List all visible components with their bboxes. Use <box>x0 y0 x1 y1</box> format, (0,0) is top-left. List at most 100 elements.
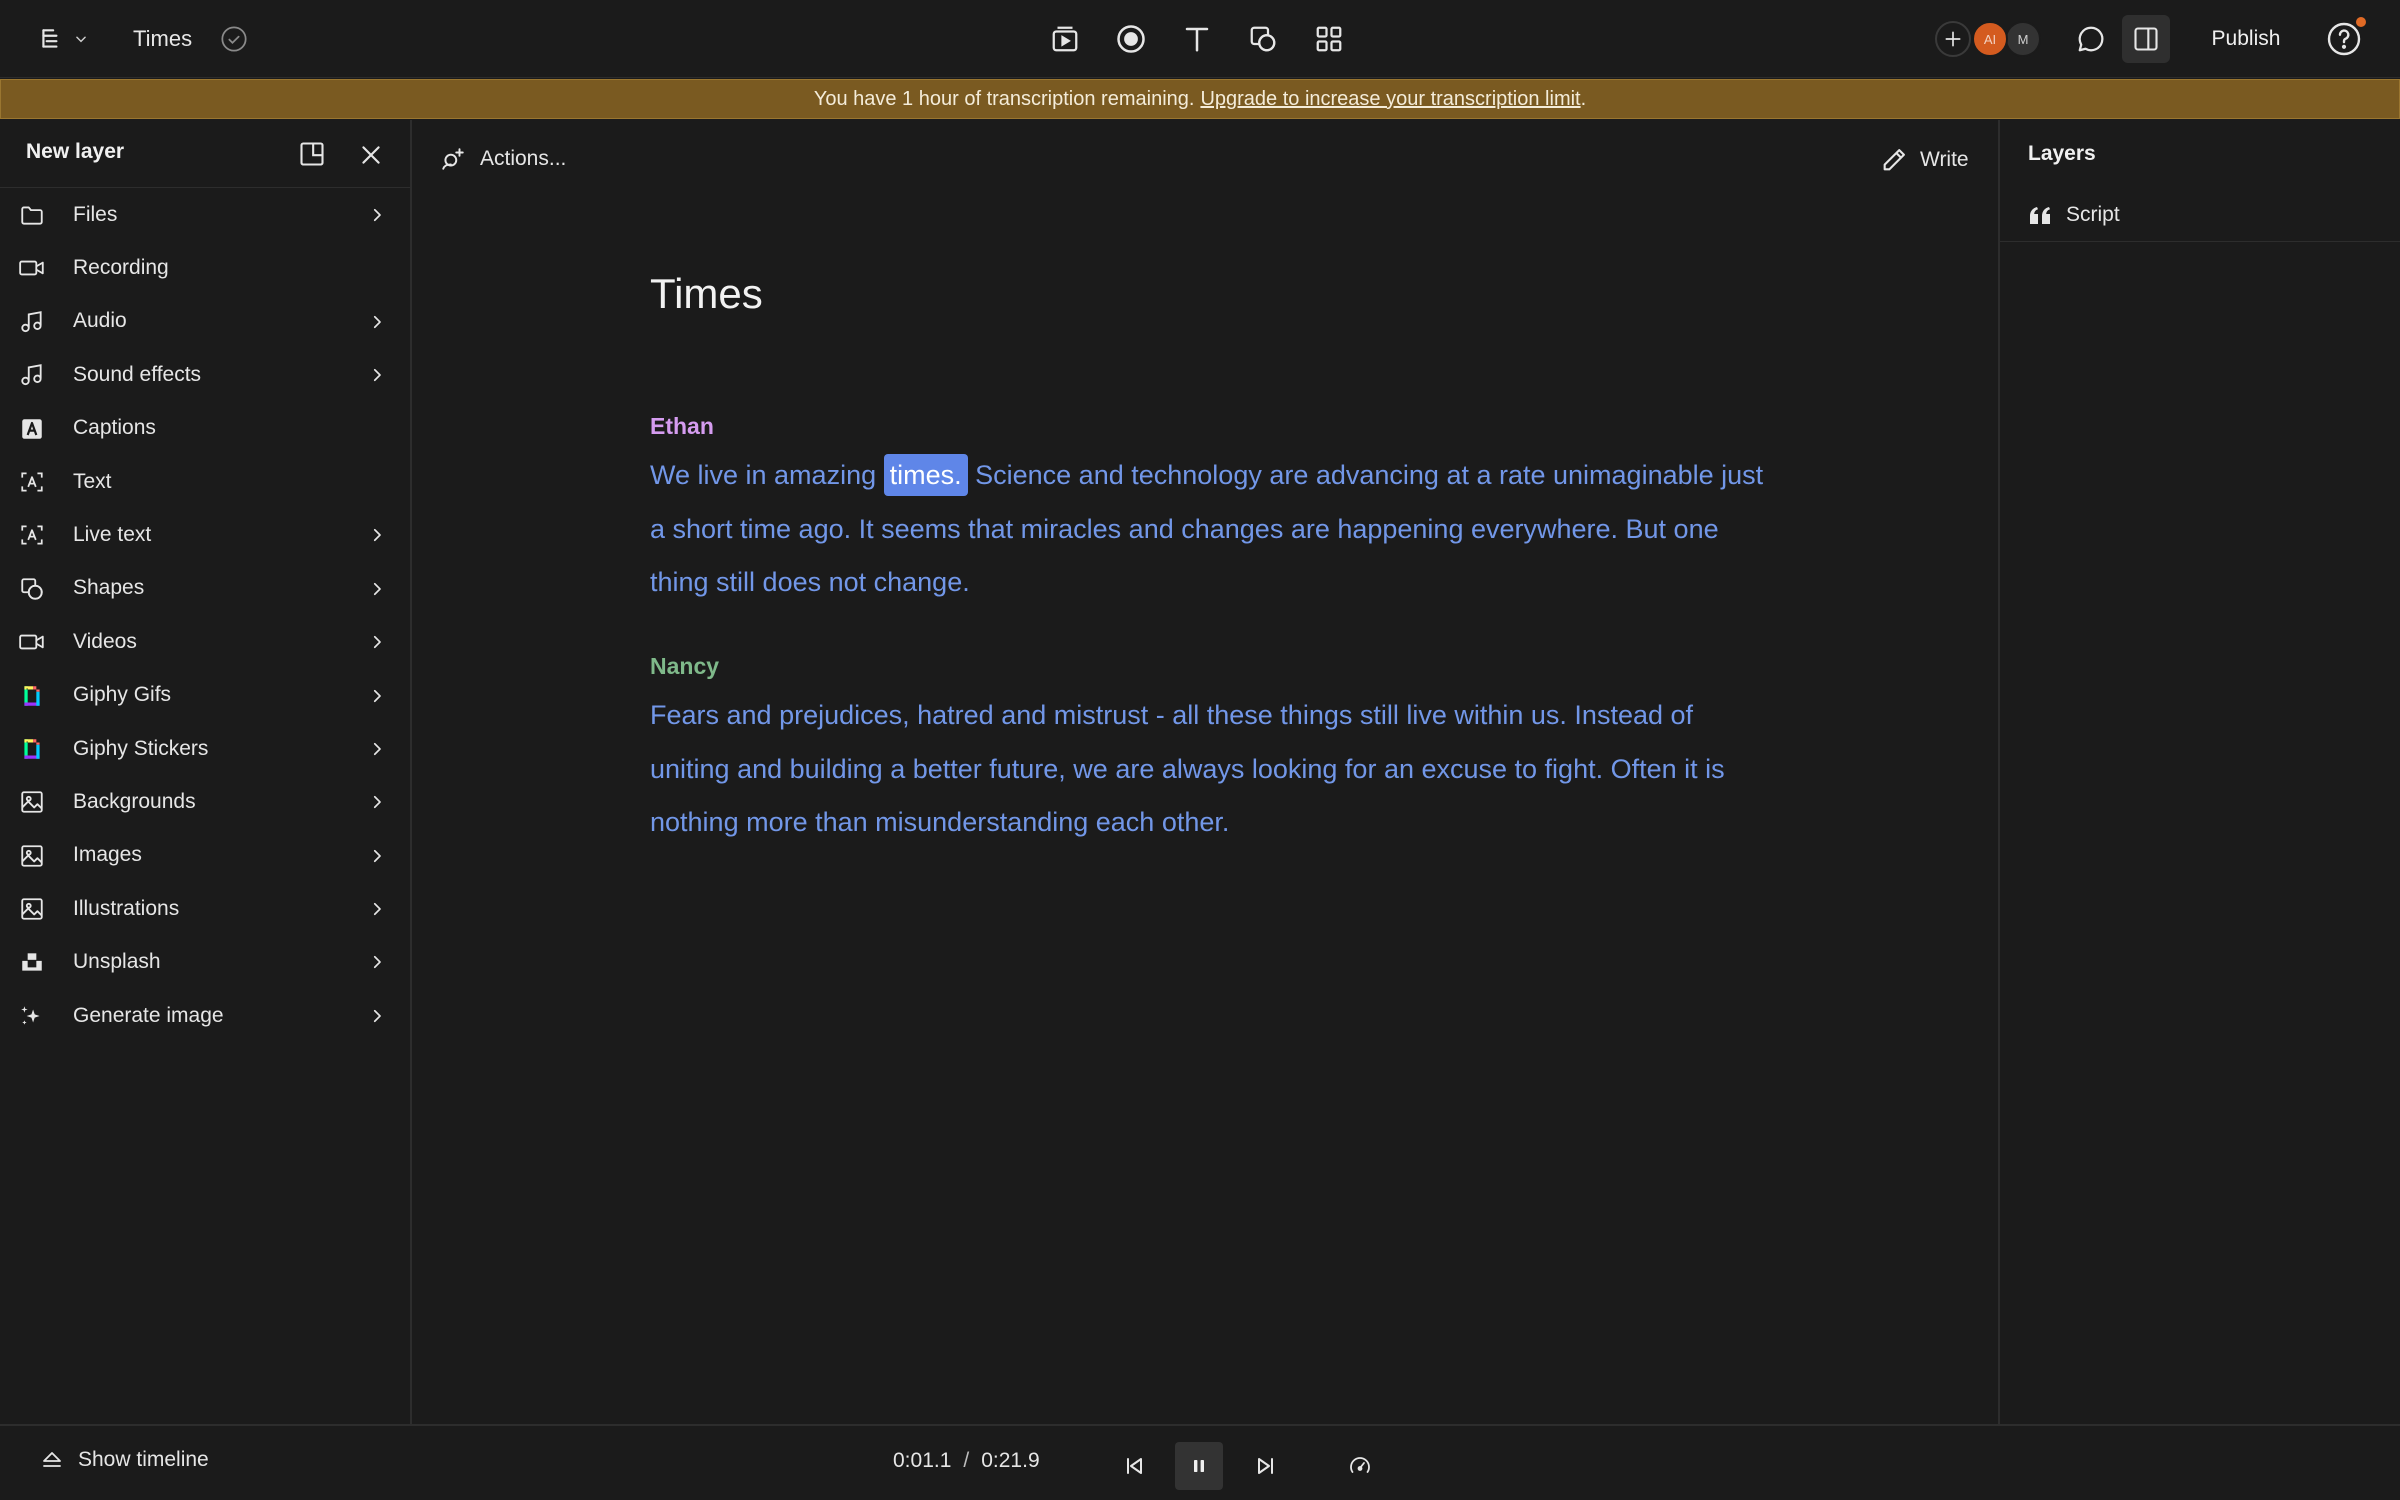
layer-menu-label: Text <box>73 469 112 493</box>
plus-icon <box>1943 29 1963 49</box>
chevron-right-icon <box>368 580 386 598</box>
layer-menu-item-illustrations[interactable]: Illustrations <box>0 882 410 935</box>
shapes-icon <box>1248 24 1278 54</box>
playback-speed-button[interactable] <box>1336 1442 1384 1490</box>
text-t-icon <box>1182 24 1212 54</box>
help-icon <box>2326 21 2362 57</box>
comment-icon <box>2076 24 2106 54</box>
folder-icon <box>18 202 46 228</box>
sparkle-icon <box>18 1003 46 1029</box>
layer-menu-item-giphy-gifs[interactable]: Giphy Gifs <box>0 669 410 722</box>
chevron-down-icon <box>74 32 88 46</box>
record-button[interactable] <box>1112 20 1150 58</box>
chevron-right-icon <box>368 313 386 331</box>
giphy-icon <box>18 736 46 762</box>
giphy-icon <box>18 683 46 709</box>
sidebar-panel-icon <box>2132 25 2160 53</box>
layer-menu-item-videos[interactable]: Videos <box>0 615 410 668</box>
chevron-right-icon <box>368 1007 386 1025</box>
transcription-banner: You have 1 hour of transcription remaini… <box>0 79 2400 119</box>
skip-back-icon <box>1122 1454 1146 1478</box>
pause-button[interactable] <box>1175 1442 1223 1490</box>
actions-label: Actions... <box>480 147 567 170</box>
script-editor: Actions... Write Times Ethan We live in … <box>414 120 1998 1424</box>
music-note-icon <box>18 362 46 388</box>
layer-menu-item-recording[interactable]: Recording <box>0 241 410 294</box>
notification-dot <box>2356 17 2366 27</box>
current-time: 0:01.1 <box>893 1449 952 1472</box>
speaker-nancy[interactable]: Nancy <box>650 653 719 680</box>
layer-menu-item-backgrounds[interactable]: Backgrounds <box>0 775 410 828</box>
grid-tool-button[interactable] <box>1310 20 1348 58</box>
dock-panel-icon[interactable] <box>298 140 326 168</box>
paragraph-ethan[interactable]: We live in amazing times. Science and te… <box>650 449 1780 610</box>
actions-button[interactable]: Actions... <box>440 146 566 172</box>
paragraph-nancy[interactable]: Fears and prejudices, hatred and mistrus… <box>650 689 1780 850</box>
script-menu-icon <box>38 26 64 52</box>
skip-back-button[interactable] <box>1110 1442 1158 1490</box>
shapes-icon <box>18 576 46 602</box>
skip-forward-button[interactable] <box>1242 1442 1290 1490</box>
layer-menu-item-captions[interactable]: Captions <box>0 402 410 455</box>
top-bar: Times AI M Publish <box>0 0 2400 78</box>
add-collaborator-button[interactable] <box>1935 21 1971 57</box>
time-separator: / <box>963 1449 970 1472</box>
text-box-icon <box>18 522 46 548</box>
toggle-panel-button[interactable] <box>2122 15 2170 63</box>
write-button[interactable]: Write <box>1880 146 1969 174</box>
layer-menu-item-giphy-stickers[interactable]: Giphy Stickers <box>0 722 410 775</box>
record-icon <box>1116 24 1146 54</box>
layer-menu-item-live-text[interactable]: Live text <box>0 508 410 561</box>
layer-menu-item-generate-image[interactable]: Generate image <box>0 989 410 1042</box>
main-menu-button[interactable] <box>38 22 100 56</box>
layer-menu-item-text[interactable]: Text <box>0 455 410 508</box>
layer-menu-item-unsplash[interactable]: Unsplash <box>0 935 410 988</box>
layer-menu-item-audio[interactable]: Audio <box>0 295 410 348</box>
skip-forward-icon <box>1254 1454 1278 1478</box>
avatar-m[interactable]: M <box>2005 21 2041 57</box>
document-title[interactable]: Times <box>133 24 192 54</box>
actions-sparkle-icon <box>440 146 466 172</box>
layer-menu-item-files[interactable]: Files <box>0 188 410 241</box>
layer-menu-label: Images <box>73 843 142 867</box>
layer-menu-label: Sound effects <box>73 362 202 386</box>
avatar-ai[interactable]: AI <box>1972 21 2008 57</box>
layer-item-script[interactable]: Script <box>2000 188 2400 242</box>
scenes-button[interactable] <box>1046 20 1084 58</box>
saved-check-icon <box>220 25 248 53</box>
playback-bar: Show timeline 0:01.1 / 0:21.9 <box>0 1424 2400 1500</box>
write-label: Write <box>1920 148 1969 171</box>
publish-button[interactable]: Publish <box>2194 15 2298 63</box>
close-icon[interactable] <box>358 142 384 168</box>
layer-menu-label: Unsplash <box>73 950 161 974</box>
chevron-right-icon <box>368 900 386 918</box>
upgrade-link[interactable]: Upgrade to increase your transcription l… <box>1200 88 1580 111</box>
speaker-ethan[interactable]: Ethan <box>650 413 714 440</box>
shapes-tool-button[interactable] <box>1244 20 1282 58</box>
help-button[interactable] <box>2326 17 2366 57</box>
layer-menu-item-images[interactable]: Images <box>0 829 410 882</box>
text-tool-button[interactable] <box>1178 20 1216 58</box>
comments-button[interactable] <box>2072 20 2110 58</box>
layer-menu: Files Recording Audio Sound effects Captions… <box>0 188 410 1042</box>
layer-menu-item-sound-effects[interactable]: Sound effects <box>0 348 410 401</box>
chevron-right-icon <box>368 793 386 811</box>
captions-icon <box>18 416 46 442</box>
layer-menu-item-shapes[interactable]: Shapes <box>0 562 410 615</box>
highlighted-word[interactable]: times. <box>883 454 968 496</box>
music-note-icon <box>18 309 46 335</box>
layer-menu-label: Giphy Stickers <box>73 736 209 760</box>
panel-header: New layer <box>0 120 410 188</box>
layer-menu-label: Audio <box>73 309 127 333</box>
layer-menu-label: Illustrations <box>73 896 180 920</box>
text-after: Fears and prejudices, hatred and mistrus… <box>650 700 1725 837</box>
show-timeline-button[interactable]: Show timeline <box>40 1448 209 1472</box>
pause-icon <box>1187 1454 1211 1478</box>
script-title[interactable]: Times <box>650 270 763 318</box>
text-before: We live in amazing <box>650 460 884 490</box>
quote-icon <box>2028 204 2052 226</box>
banner-suffix: . <box>1580 87 1587 110</box>
layer-menu-label: Videos <box>73 629 137 653</box>
layer-menu-label: Live text <box>73 523 152 547</box>
layer-menu-label: Shapes <box>73 576 145 600</box>
